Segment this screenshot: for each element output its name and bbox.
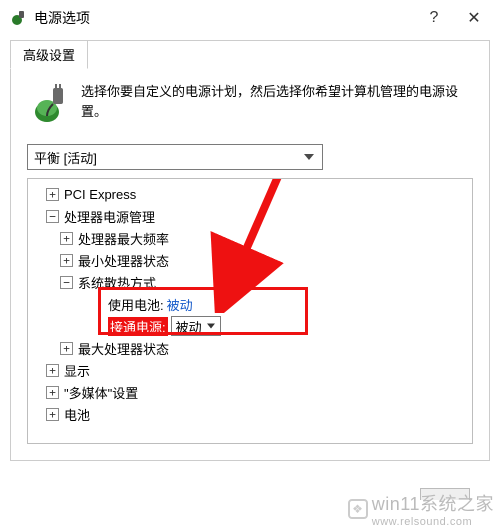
close-button[interactable]: ✕ [454, 8, 494, 28]
tree-node-system-cooling[interactable]: − 系统散热方式 [32, 271, 472, 293]
tree-node-on-battery[interactable]: 使用电池: 被动 [32, 293, 472, 315]
title-bar: 电源选项 ? ✕ [0, 0, 500, 36]
settings-tree[interactable]: + PCI Express − 处理器电源管理 + 处理器最大频率 + 最小处理… [27, 178, 473, 444]
power-plan-select-value: 平衡 [活动] [34, 148, 97, 167]
expand-icon[interactable]: + [46, 364, 59, 377]
tab-advanced-settings[interactable]: 高级设置 [10, 40, 88, 69]
collapse-icon[interactable]: − [46, 210, 59, 223]
watermark-brand: win11系统之家 [372, 490, 494, 516]
power-plan-icon [27, 82, 71, 126]
tree-node-display[interactable]: + 显示 [32, 359, 472, 381]
help-button[interactable]: ? [414, 9, 454, 27]
watermark: ❖ win11系统之家 www.relsound.com [348, 490, 494, 528]
on-battery-value[interactable]: 被动 [167, 295, 193, 314]
watermark-url: www.relsound.com [372, 516, 494, 528]
expand-icon[interactable]: + [60, 232, 73, 245]
expand-icon[interactable]: + [46, 408, 59, 421]
description-text: 选择你要自定义的电源计划，然后选择你希望计算机管理的电源设置。 [81, 82, 473, 126]
expand-icon[interactable]: + [60, 342, 73, 355]
tree-node-cpu-power-mgmt[interactable]: − 处理器电源管理 [32, 205, 472, 227]
tree-node-plugged-in[interactable]: 接通电源: 被动 [32, 315, 472, 337]
watermark-icon: ❖ [348, 499, 368, 519]
tree-node-cpu-max-freq[interactable]: + 处理器最大频率 [32, 227, 472, 249]
tree-node-cpu-max-state[interactable]: + 最大处理器状态 [32, 337, 472, 359]
tab-container: 高级设置 选择你要自定义的电源计划，然后选择你希望计算机管理的电源设置。 平衡 … [10, 40, 490, 461]
tree-node-cpu-min-state[interactable]: + 最小处理器状态 [32, 249, 472, 271]
tree-node-battery[interactable]: + 电池 [32, 403, 472, 425]
tab-strip: 高级设置 [11, 40, 489, 68]
app-icon [10, 9, 28, 27]
window-title: 电源选项 [34, 8, 414, 28]
expand-icon[interactable]: + [60, 254, 73, 267]
plugged-in-value-combo[interactable]: 被动 [171, 316, 221, 336]
expand-icon[interactable]: + [46, 188, 59, 201]
tree-node-multimedia[interactable]: + "多媒体"设置 [32, 381, 472, 403]
collapse-icon[interactable]: − [60, 276, 73, 289]
expand-icon[interactable]: + [46, 386, 59, 399]
tree-node-pci-express[interactable]: + PCI Express [32, 183, 472, 205]
tab-body: 选择你要自定义的电源计划，然后选择你希望计算机管理的电源设置。 平衡 [活动] … [11, 68, 489, 460]
plugged-in-label: 接通电源: [108, 317, 168, 336]
power-plan-select[interactable]: 平衡 [活动] [27, 144, 323, 170]
on-battery-label: 使用电池: [108, 295, 164, 314]
